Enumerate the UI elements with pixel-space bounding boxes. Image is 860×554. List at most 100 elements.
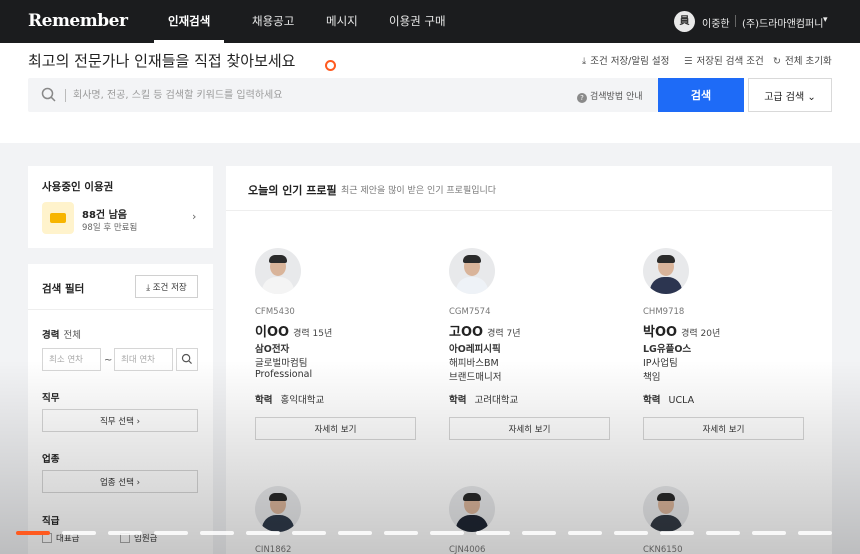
- pass-remaining-count[interactable]: 88건 남음: [82, 206, 127, 221]
- chevron-down-icon[interactable]: ▾: [823, 15, 828, 25]
- progress-segment[interactable]: [292, 531, 326, 535]
- save-alert-settings-link[interactable]: ⤓ 조건 저장/알림 설정: [582, 53, 669, 67]
- profile-education: 학력 홍익대학교: [255, 395, 325, 406]
- question-icon: ?: [577, 93, 587, 103]
- nav-job-postings[interactable]: 채용공고: [252, 0, 294, 43]
- profile-card[interactable]: CFM5430 이OO 경력 15년 삼O전자 글로벌마컴팀 Profession…: [243, 228, 437, 458]
- progress-segment[interactable]: [384, 531, 418, 535]
- search-box: ?검색방법 안내: [28, 78, 658, 112]
- saved-search-conditions-link[interactable]: ☰ 저장된 검색 조건: [684, 53, 764, 67]
- company-name[interactable]: (주)드라마앤컴퍼니: [742, 15, 823, 30]
- search-divider: [65, 89, 66, 102]
- filter-divider: [28, 309, 214, 310]
- progress-segment[interactable]: [660, 531, 694, 535]
- career-search-button[interactable]: [176, 348, 198, 371]
- range-tilde: ~: [104, 355, 113, 366]
- profile-name: 이OO 경력 15년: [255, 325, 333, 340]
- top-navigation-bar: Remember 인재검색 채용공고 메시지 이용권 구매 員 이중한 (주)드…: [0, 0, 860, 43]
- progress-segment[interactable]: [706, 531, 740, 535]
- download-icon: ⤓: [582, 56, 587, 67]
- job-select-button[interactable]: 직무 선택 ›: [42, 409, 198, 432]
- progress-segment[interactable]: [62, 531, 96, 535]
- pointer-indicator: [325, 60, 336, 71]
- career-min-input[interactable]: [42, 348, 101, 371]
- progress-segment[interactable]: [522, 531, 556, 535]
- profile-photo: [449, 248, 495, 294]
- progress-segment[interactable]: [16, 531, 50, 535]
- popular-profiles-subtitle: 최근 제안을 많이 받은 인기 프로필입니다: [341, 186, 497, 196]
- chevron-right-icon[interactable]: ›: [192, 210, 196, 223]
- pass-expire-date: 98일 후 만료됨: [82, 223, 138, 233]
- rank-label: 직급: [42, 516, 60, 527]
- profile-card[interactable]: CHM9718 박OO 경력 20년 LG유플O스 IP사업팀 책임 학력 UCLA…: [631, 228, 825, 458]
- remember-logo[interactable]: Remember: [28, 11, 128, 31]
- refresh-icon: ↻: [773, 56, 781, 67]
- search-help-link[interactable]: ? 검색방법 안내: [577, 89, 643, 103]
- profile-card[interactable]: CIN1862: [243, 466, 437, 554]
- profile-role: 책임: [643, 372, 661, 383]
- popular-profiles-title: 오늘의 인기 프로필: [248, 184, 337, 197]
- progress-segment[interactable]: [798, 531, 832, 535]
- progress-segment[interactable]: [614, 531, 648, 535]
- profile-photo: [255, 248, 301, 294]
- industry-select-button[interactable]: 업종 선택 ›: [42, 470, 198, 493]
- profile-card[interactable]: CJN4006: [437, 466, 631, 554]
- profile-department: IP사업팀: [643, 358, 678, 369]
- profile-code: CJN4006: [449, 545, 486, 554]
- profile-company: 삼O전자: [255, 344, 290, 355]
- profile-code: CHM9718: [643, 307, 685, 317]
- filter-title: 검색 필터: [42, 283, 85, 295]
- view-detail-button[interactable]: 자세히 보기: [449, 417, 610, 440]
- profile-department: 글로벌마컴팀: [255, 358, 308, 369]
- profile-code: CKN6150: [643, 545, 683, 554]
- advanced-search-button[interactable]: 고급 검색 ⌄: [748, 78, 832, 112]
- profile-card[interactable]: CKN6150: [631, 466, 825, 554]
- search-button[interactable]: 검색: [658, 78, 744, 112]
- user-avatar[interactable]: 員: [674, 11, 695, 32]
- progress-segment[interactable]: [200, 531, 234, 535]
- page-title: 최고의 전문가나 인재들을 직접 찾아보세요: [28, 52, 296, 70]
- view-detail-button[interactable]: 자세히 보기: [255, 417, 416, 440]
- popular-profiles-panel: 오늘의 인기 프로필 최근 제안을 많이 받은 인기 프로필입니다 CFM543…: [226, 166, 832, 554]
- reset-all-link[interactable]: ↻ 전체 초기화: [773, 53, 832, 67]
- search-input[interactable]: [73, 78, 573, 112]
- profile-education: 학력 고려대학교: [449, 395, 519, 406]
- user-name[interactable]: 이중한: [702, 15, 730, 30]
- career-max-input[interactable]: [114, 348, 173, 371]
- nav-talent-search[interactable]: 인재검색: [153, 0, 225, 43]
- progress-segment[interactable]: [338, 531, 372, 535]
- user-separator: [735, 15, 736, 27]
- view-detail-button[interactable]: 자세히 보기: [643, 417, 804, 440]
- profile-role: 브랜드매니저: [449, 372, 502, 383]
- profile-name: 박OO 경력 20년: [643, 325, 721, 340]
- profile-card[interactable]: CGM7574 고OO 경력 7년 아O레피시픽 해피바스BM 브랜드매니저 학력…: [437, 228, 631, 458]
- profile-photo: [643, 248, 689, 294]
- profile-photo: [643, 486, 689, 532]
- list-icon: ☰: [684, 56, 693, 67]
- profile-department: 해피바스BM: [449, 358, 499, 369]
- profile-code: CGM7574: [449, 307, 491, 317]
- save-condition-button[interactable]: ⤓ 조건 저장: [135, 275, 198, 298]
- nav-messages[interactable]: 메시지: [326, 0, 358, 43]
- slide-progress-bar[interactable]: [16, 531, 844, 535]
- profile-name: 고OO 경력 7년: [449, 325, 521, 340]
- career-label: 경력 전체: [42, 330, 81, 341]
- search-header: 최고의 전문가나 인재들을 직접 찾아보세요 ⤓ 조건 저장/알림 설정 ☰ 저장된…: [0, 43, 860, 143]
- search-icon: [41, 87, 56, 102]
- profile-company: LG유플O스: [643, 344, 692, 355]
- progress-segment[interactable]: [476, 531, 510, 535]
- profile-code: CIN1862: [255, 545, 292, 554]
- profile-photo: [449, 486, 495, 532]
- pass-card-title: 사용중인 이용권: [42, 181, 114, 193]
- pass-card: 사용중인 이용권 88건 남음 98일 후 만료됨 ›: [28, 166, 213, 248]
- progress-segment[interactable]: [752, 531, 786, 535]
- progress-segment[interactable]: [108, 531, 142, 535]
- industry-label: 업종: [42, 454, 60, 465]
- progress-segment[interactable]: [430, 531, 464, 535]
- progress-segment[interactable]: [154, 531, 188, 535]
- ticket-icon: [42, 202, 74, 234]
- progress-segment[interactable]: [246, 531, 280, 535]
- nav-pass-purchase[interactable]: 이용권 구매: [389, 0, 446, 43]
- progress-segment[interactable]: [568, 531, 602, 535]
- profile-role: Professional: [255, 369, 313, 380]
